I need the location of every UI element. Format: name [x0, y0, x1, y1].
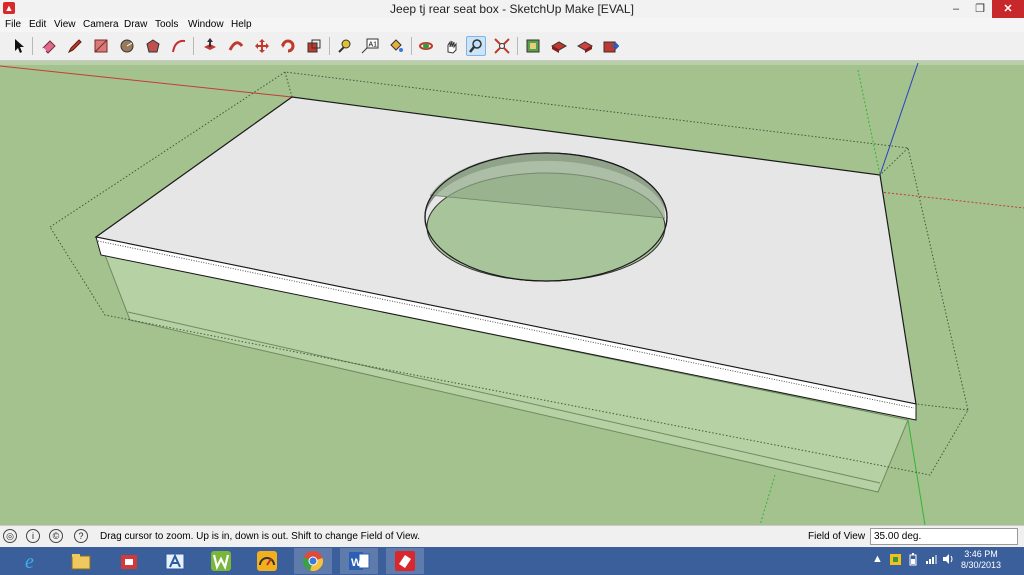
close-button[interactable]: ✕ [992, 0, 1024, 18]
restore-button[interactable]: ❐ [968, 0, 992, 18]
orbit-icon[interactable] [416, 36, 436, 56]
word-icon[interactable]: W [340, 548, 378, 574]
zoom-extents-icon[interactable] [492, 36, 512, 56]
sketchup-taskbar-icon[interactable] [386, 548, 424, 574]
vcb-label: Field of View [808, 531, 866, 542]
share-component-icon[interactable] [575, 36, 595, 56]
word-glyph: W [351, 557, 362, 569]
main-toolbar: A1 [0, 32, 1024, 61]
get-models-icon[interactable] [523, 36, 543, 56]
windows-taskbar: e W ▲ 3:46 PM 8/30/2013 [0, 547, 1024, 575]
scale-icon[interactable] [304, 36, 324, 56]
menu-camera[interactable]: Camera [83, 19, 119, 30]
text-icon[interactable]: A1 [360, 36, 380, 56]
pencil-icon[interactable] [65, 36, 85, 56]
menu-draw[interactable]: Draw [124, 19, 147, 30]
model-viewport[interactable] [0, 61, 1024, 525]
app-w-icon[interactable] [202, 548, 240, 574]
rotate-icon[interactable] [278, 36, 298, 56]
clock-date: 8/30/2013 [960, 560, 1002, 570]
text-tool-glyph: A1 [369, 42, 378, 49]
rectangle-icon[interactable] [91, 36, 111, 56]
geo-location-icon[interactable]: ◎ [3, 529, 17, 543]
show-hidden-icons-icon[interactable]: ▲ [872, 553, 883, 565]
copyright-icon[interactable]: © [49, 529, 63, 543]
status-bar: ◎ i © ? Drag cursor to zoom. Up is in, d… [0, 525, 1024, 548]
circle-icon[interactable] [117, 36, 137, 56]
arc-icon[interactable] [169, 36, 189, 56]
chrome-icon[interactable] [294, 548, 332, 574]
window-title: Jeep tj rear seat box - SketchUp Make [E… [390, 2, 634, 16]
menu-file[interactable]: File [5, 19, 21, 30]
pan-icon[interactable] [442, 36, 462, 56]
clock-time: 3:46 PM [964, 549, 998, 559]
paint-bucket-icon[interactable] [386, 36, 406, 56]
menu-tools[interactable]: Tools [155, 19, 178, 30]
file-explorer-icon[interactable] [62, 548, 100, 574]
app-a-icon[interactable] [156, 548, 194, 574]
minimize-button[interactable]: – [944, 0, 968, 18]
field-of-view-input[interactable] [870, 528, 1018, 545]
svg-text:e: e [25, 551, 34, 572]
push-pull-icon[interactable] [200, 36, 220, 56]
speedometer-app-icon[interactable] [248, 548, 286, 574]
model-canvas[interactable] [0, 61, 1024, 525]
share-model-icon[interactable] [549, 36, 569, 56]
menu-bar: File Edit View Camera Draw Tools Window … [0, 18, 1024, 32]
move-icon[interactable] [252, 36, 272, 56]
menu-edit[interactable]: Edit [29, 19, 46, 30]
security-tray-icon[interactable] [889, 553, 902, 569]
menu-view[interactable]: View [54, 19, 76, 30]
zoom-icon[interactable] [466, 36, 486, 56]
polygon-icon[interactable] [143, 36, 163, 56]
extension-warehouse-icon[interactable] [601, 36, 621, 56]
title-bar: ▲ Jeep tj rear seat box - SketchUp Make … [0, 0, 1024, 19]
menu-window[interactable]: Window [188, 19, 224, 30]
taskbar-clock[interactable]: 3:46 PM 8/30/2013 [946, 549, 1016, 571]
menu-help[interactable]: Help [231, 19, 252, 30]
status-hint: Drag cursor to zoom. Up is in, down is o… [100, 531, 420, 542]
follow-me-icon[interactable] [226, 36, 246, 56]
credits-icon[interactable]: i [26, 529, 40, 543]
eraser-icon[interactable] [39, 36, 59, 56]
internet-explorer-icon[interactable]: e [14, 548, 52, 574]
battery-icon[interactable] [909, 553, 917, 569]
network-signal-icon[interactable] [925, 553, 937, 568]
tape-measure-icon[interactable] [334, 36, 354, 56]
select-tool-icon[interactable] [9, 36, 29, 56]
app-store-icon[interactable] [110, 548, 148, 574]
instructor-help-icon[interactable]: ? [74, 529, 88, 543]
